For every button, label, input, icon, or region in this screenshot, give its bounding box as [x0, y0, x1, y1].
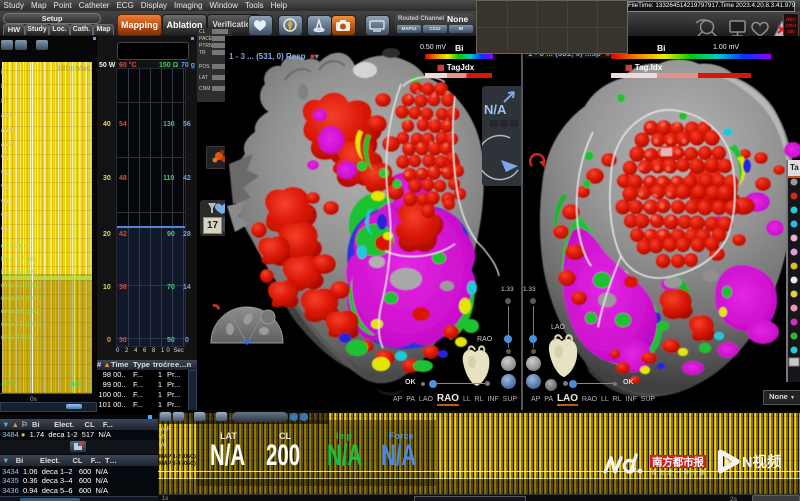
svg-text:N/A: N/A — [484, 102, 507, 117]
svg-text:看见正一种力量: 看见正一种力量 — [651, 469, 705, 477]
svg-text:南方都市报: 南方都市报 — [652, 456, 705, 469]
svg-text:N视频: N视频 — [742, 453, 782, 471]
